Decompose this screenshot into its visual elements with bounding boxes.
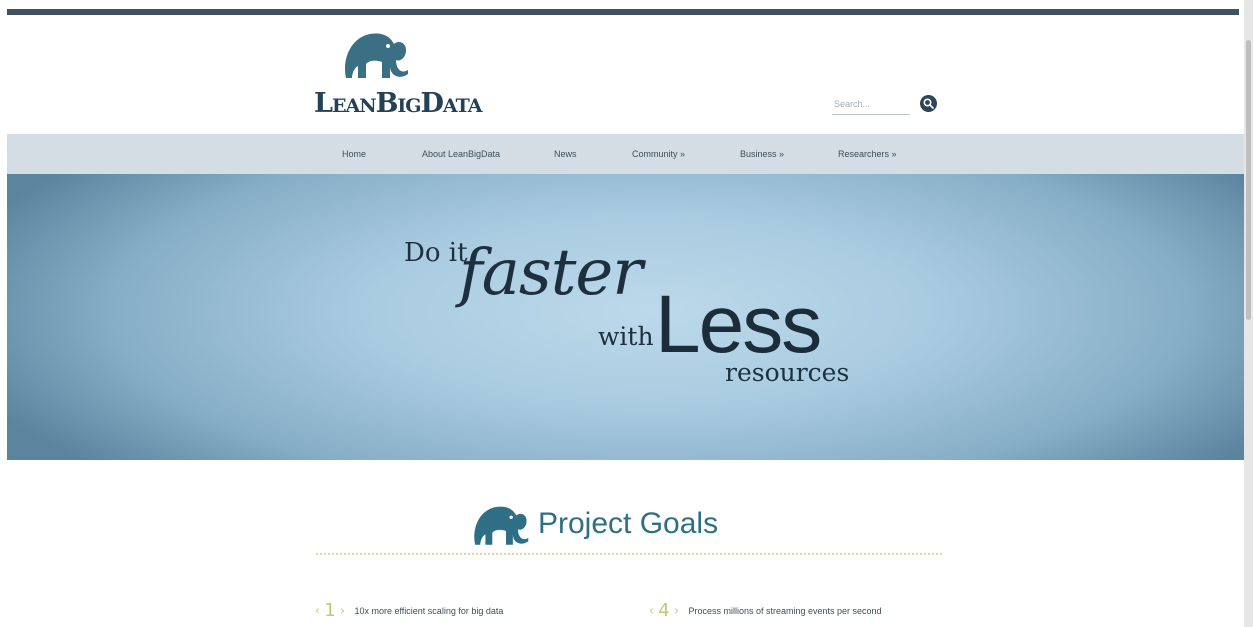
- search-button[interactable]: [920, 95, 937, 112]
- hero-text-resources: resources: [725, 358, 850, 387]
- nav-item-news[interactable]: News: [554, 134, 577, 174]
- hero-text-with: with: [598, 322, 654, 351]
- goal-item: ‹ 4 › Process millions of streaming even…: [649, 600, 882, 622]
- nav-item-about[interactable]: About LeanBigData: [422, 134, 500, 174]
- search-input[interactable]: [832, 95, 914, 113]
- elephant-icon: [474, 506, 529, 545]
- top-accent-bar: [7, 9, 1239, 15]
- main-nav: Home About LeanBigData News Community » …: [7, 134, 1244, 174]
- logo-wordmark: LeanBigData: [314, 88, 482, 119]
- site-logo[interactable]: LeanBigData: [314, 30, 482, 130]
- scrollbar-thumb[interactable]: [1246, 40, 1251, 320]
- chevron-right-icon: ›: [340, 603, 345, 618]
- hero-text-doit: Do it: [404, 238, 468, 268]
- elephant-icon: [345, 33, 408, 78]
- hero-text-faster: faster: [459, 236, 643, 310]
- goals-title: Project Goals: [538, 507, 719, 540]
- goal-number: 1: [324, 600, 336, 621]
- search-icon: [923, 98, 934, 109]
- goal-number: 4: [658, 600, 670, 621]
- goal-item: ‹ 1 › 10x more efficient scaling for big…: [315, 600, 503, 622]
- chevron-right-icon: ›: [674, 603, 679, 618]
- chevron-left-icon: ‹: [315, 603, 320, 618]
- nav-item-researchers[interactable]: Researchers »: [838, 134, 897, 174]
- hero-banner: Do it faster with Less resources: [7, 174, 1244, 460]
- goal-text: Process millions of streaming events per…: [688, 605, 882, 616]
- nav-item-community[interactable]: Community »: [632, 134, 685, 174]
- nav-item-business[interactable]: Business »: [740, 134, 784, 174]
- nav-item-home[interactable]: Home: [342, 134, 366, 174]
- goal-text: 10x more efficient scaling for big data: [354, 605, 504, 616]
- chevron-left-icon: ‹: [649, 603, 654, 618]
- section-divider: [316, 553, 942, 555]
- search-box: [832, 94, 914, 115]
